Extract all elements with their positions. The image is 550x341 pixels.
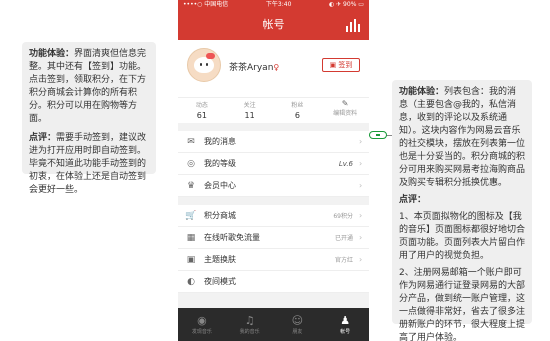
level-value: Lv.6 [338, 159, 353, 168]
menu-item-label: 主题换肤 [204, 255, 236, 264]
menu-item-theme[interactable]: ▣ 主题换肤 官方红 › [178, 249, 369, 271]
chevron-right-icon: › [359, 181, 363, 190]
hello-kitty-avatar-icon [194, 57, 214, 73]
menu-item-night-mode[interactable]: ◐ 夜间模式 [178, 271, 369, 293]
right-note-body3: 2、注册网易邮箱一个账户即可作为网易通行证登录网易的大部分产品，做到统一账户管理… [399, 268, 526, 341]
tab-label: 我的音乐 [239, 329, 260, 335]
disc-icon: ◉ [197, 314, 207, 327]
carrier-label: ••••○ 中国电信 [183, 1, 229, 8]
tab-label: 帐号 [340, 329, 351, 335]
battery-label: ◐ ✈ 90% ▭ [328, 1, 364, 8]
stat-value: 6 [294, 111, 300, 120]
left-note-title: 功能体验： [29, 49, 75, 59]
cart-icon: 🛒 [185, 210, 197, 221]
left-annotation: 功能体验：界面清爽但信息完整。其中还有【签到】功能。点击签到，领取积分，在下方积… [22, 42, 156, 195]
tab-account[interactable]: ♟ 帐号 [321, 308, 369, 341]
music-note-icon: ♫ [244, 314, 255, 327]
menu-item-messages[interactable]: ✉ 我的消息 › [178, 131, 369, 153]
sim-icon: ▦ [186, 232, 196, 243]
stat-value: 11 [244, 111, 255, 120]
points-value: 69积分 [333, 213, 353, 220]
stat-label: 动态 [195, 102, 208, 109]
signin-label: 签到 [338, 61, 353, 69]
menu-item-label: 会员中心 [204, 181, 236, 190]
chevron-right-icon: › [359, 137, 363, 146]
menu-item-label: 我的消息 [204, 137, 236, 146]
right-annotation: 功能体验：列表包含：我的消息（主要包含@我的，私信消息，收到的评论以及系统通知）… [392, 80, 532, 341]
chevron-right-icon: › [359, 233, 363, 242]
stat-label: 关注 [243, 102, 256, 109]
right-note-title2: 点评： [399, 195, 427, 205]
avatar[interactable] [187, 48, 221, 82]
menu-item-label: 在线听歌免流量 [204, 233, 260, 242]
stat-following[interactable]: 关注 11 [226, 98, 274, 123]
left-note-body1: 界面清爽但信息完整。其中还有【签到】功能。点击签到，领取积分，在下方积分商城会计… [29, 49, 147, 124]
tab-my-music[interactable]: ♫ 我的音乐 [226, 308, 274, 341]
right-note-title: 功能体验： [399, 87, 445, 97]
stat-dynamics[interactable]: 动态 61 [178, 98, 226, 123]
chevron-right-icon: › [359, 159, 363, 168]
title-bar: 帐号 [178, 10, 369, 40]
menu-item-label: 积分商城 [204, 211, 236, 220]
tab-discover[interactable]: ◉ 发现音乐 [178, 308, 226, 341]
tab-label: 发现音乐 [191, 329, 212, 335]
bow-icon [206, 53, 215, 59]
menu-item-label: 夜间模式 [204, 277, 236, 286]
stat-followers[interactable]: 粉丝 6 [274, 98, 322, 123]
envelope-icon: ✉ [187, 136, 195, 147]
tab-label: 朋友 [292, 329, 303, 335]
friends-icon: ☺ [291, 314, 304, 327]
menu-group-1: ✉ 我的消息 › ◎ 我的等级 Lv.6 › ♛ 会员中心 › [178, 131, 369, 197]
signin-button[interactable]: ▣ 签到 [322, 58, 360, 72]
status-bar: ••••○ 中国电信 下午3:40 ◐ ✈ 90% ▭ [178, 0, 369, 10]
equalizer-icon[interactable] [346, 19, 360, 32]
stat-label: 编辑资料 [333, 110, 358, 117]
crown-icon: ♛ [186, 180, 196, 191]
chevron-right-icon: › [359, 255, 363, 264]
time-label: 下午3:40 [265, 1, 292, 8]
stat-label: 粉丝 [291, 102, 304, 109]
profile-card: 茶茶Aryan♀ ▣ 签到 [178, 40, 369, 97]
gender-icon: ♀ [273, 63, 280, 72]
level-icon: ◎ [187, 158, 195, 169]
stat-value: 61 [196, 111, 207, 120]
menu-item-free-data[interactable]: ▦ 在线听歌免流量 已开通 › [178, 227, 369, 249]
screen: 功能体验：界面清爽但信息完整。其中还有【签到】功能。点击签到，领取积分，在下方积… [0, 0, 550, 341]
theme-icon: ▣ [186, 254, 196, 265]
menu-item-level[interactable]: ◎ 我的等级 Lv.6 › [178, 153, 369, 175]
username[interactable]: 茶茶Aryan♀ [229, 60, 279, 73]
username-text: 茶茶Aryan [229, 63, 274, 73]
moon-icon: ◐ [187, 276, 195, 287]
menu-item-label: 我的等级 [204, 159, 236, 168]
page-title: 帐号 [262, 18, 285, 31]
stats-bar: 动态 61 关注 11 粉丝 6 ✎ 编辑资料 [178, 97, 369, 123]
tab-friends[interactable]: ☺ 朋友 [274, 308, 322, 341]
right-note-body1: 列表包含：我的消息（主要包含@我的，私信消息，收到的评论以及系统通知）。这块内容… [399, 87, 526, 188]
right-note-body2: 1、本页面拟物化的图标及【我的音乐】页面图标都很好地切合页面功能。页面列表大片留… [399, 212, 526, 261]
menu-group-2: 🛒 积分商城 69积分 › ▦ 在线听歌免流量 已开通 › ▣ 主题换肤 官方红… [178, 205, 369, 293]
phone-screen: ••••○ 中国电信 下午3:40 ◐ ✈ 90% ▭ 帐号 茶茶Aryan♀ … [178, 0, 369, 341]
bottom-tab-bar: ◉ 发现音乐 ♫ 我的音乐 ☺ 朋友 ♟ 帐号 [178, 308, 369, 341]
chevron-right-icon: › [359, 211, 363, 220]
edit-profile-button[interactable]: ✎ 编辑资料 [321, 98, 369, 123]
person-icon: ♟ [340, 314, 351, 327]
free-data-status: 已开通 [334, 235, 353, 242]
connector-handle[interactable] [369, 131, 387, 139]
left-note-title2: 点评： [29, 133, 57, 143]
menu-item-points-mall[interactable]: 🛒 积分商城 69积分 › [178, 205, 369, 227]
pencil-icon: ✎ [341, 99, 349, 108]
theme-value: 官方红 [334, 257, 353, 264]
menu-item-vip[interactable]: ♛ 会员中心 › [178, 175, 369, 197]
